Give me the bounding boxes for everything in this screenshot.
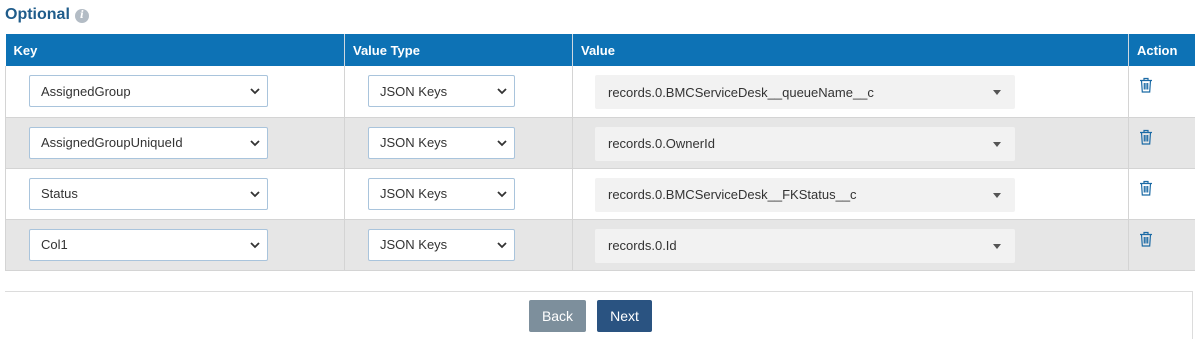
caret-down-icon	[993, 243, 1001, 249]
key-select-value: Status	[41, 186, 78, 201]
value-type-select-value: JSON Keys	[380, 237, 448, 252]
value-type-select[interactable]: JSON Keys	[368, 75, 515, 107]
column-header-value: Value	[572, 34, 1129, 66]
table-header-row: Key Value Type Value Action	[5, 34, 1195, 66]
value-select[interactable]: records.0.Id	[595, 228, 1015, 263]
info-icon[interactable]: i	[74, 9, 89, 23]
column-header-value-type: Value Type	[344, 34, 573, 66]
back-button[interactable]: Back	[529, 300, 586, 332]
value-type-cell: JSON Keys	[344, 117, 573, 169]
footer-edge-line	[1192, 291, 1193, 339]
value-type-cell: JSON Keys	[344, 219, 573, 271]
caret-down-icon	[993, 141, 1001, 147]
value-type-select-value: JSON Keys	[380, 186, 448, 201]
key-cell: AssignedGroupUniqueId	[5, 117, 345, 169]
section-title: Optional	[5, 6, 70, 23]
chevron-down-icon	[250, 88, 260, 95]
value-type-cell: JSON Keys	[344, 66, 573, 118]
trash-icon[interactable]	[1139, 129, 1153, 145]
table-row: Status JSON Keys records.0.BMCServiceDes…	[5, 168, 1195, 220]
footer-divider	[5, 291, 1193, 292]
value-type-select[interactable]: JSON Keys	[368, 126, 515, 159]
key-cell: AssignedGroup	[5, 66, 345, 118]
trash-icon[interactable]	[1139, 231, 1153, 247]
chevron-down-icon	[497, 241, 507, 248]
value-type-select[interactable]: JSON Keys	[368, 177, 515, 210]
value-select-value: records.0.OwnerId	[608, 136, 715, 151]
key-select-value: AssignedGroup	[41, 83, 131, 99]
key-select[interactable]: AssignedGroupUniqueId	[29, 126, 268, 159]
value-select-value: records.0.Id	[608, 238, 677, 253]
value-select-value: records.0.BMCServiceDesk__FKStatus__c	[608, 187, 857, 202]
value-select-value: records.0.BMCServiceDesk__queueName__c	[608, 84, 874, 100]
value-select[interactable]: records.0.BMCServiceDesk__FKStatus__c	[595, 177, 1015, 212]
table-row: AssignedGroup JSON Keys records.0.BMCSer…	[5, 66, 1195, 118]
key-cell: Col1	[5, 219, 345, 271]
caret-down-icon	[993, 192, 1001, 198]
chevron-down-icon	[250, 190, 260, 197]
value-cell: records.0.BMCServiceDesk__queueName__c	[572, 66, 1129, 118]
caret-down-icon	[993, 90, 1001, 95]
key-select[interactable]: Status	[29, 177, 268, 210]
key-select-value: Col1	[41, 237, 68, 252]
action-cell	[1128, 66, 1195, 118]
table-row: Col1 JSON Keys records.0.Id	[5, 219, 1195, 271]
column-header-key: Key	[5, 34, 345, 66]
trash-icon[interactable]	[1139, 77, 1153, 93]
action-cell	[1128, 219, 1195, 271]
chevron-down-icon	[497, 139, 507, 146]
section-header: Optional i	[5, 5, 89, 25]
value-select[interactable]: records.0.BMCServiceDesk__queueName__c	[595, 75, 1015, 109]
key-select[interactable]: Col1	[29, 228, 268, 261]
next-button[interactable]: Next	[597, 300, 652, 332]
action-cell	[1128, 117, 1195, 169]
key-cell: Status	[5, 168, 345, 220]
chevron-down-icon	[497, 190, 507, 197]
value-cell: records.0.OwnerId	[572, 117, 1129, 169]
value-cell: records.0.BMCServiceDesk__FKStatus__c	[572, 168, 1129, 220]
chevron-down-icon	[497, 88, 507, 95]
optional-fields-table: Key Value Type Value Action AssignedGrou…	[5, 34, 1195, 271]
value-type-cell: JSON Keys	[344, 168, 573, 220]
value-cell: records.0.Id	[572, 219, 1129, 271]
key-select-value: AssignedGroupUniqueId	[41, 135, 183, 150]
value-type-select-value: JSON Keys	[380, 135, 448, 150]
column-header-action: Action	[1128, 34, 1195, 66]
value-select[interactable]: records.0.OwnerId	[595, 126, 1015, 161]
value-type-select[interactable]: JSON Keys	[368, 228, 515, 261]
table-row: AssignedGroupUniqueId JSON Keys records.…	[5, 117, 1195, 169]
chevron-down-icon	[250, 241, 260, 248]
key-select[interactable]: AssignedGroup	[29, 75, 268, 107]
action-cell	[1128, 168, 1195, 220]
value-type-select-value: JSON Keys	[380, 83, 448, 99]
trash-icon[interactable]	[1139, 180, 1153, 196]
chevron-down-icon	[250, 139, 260, 146]
